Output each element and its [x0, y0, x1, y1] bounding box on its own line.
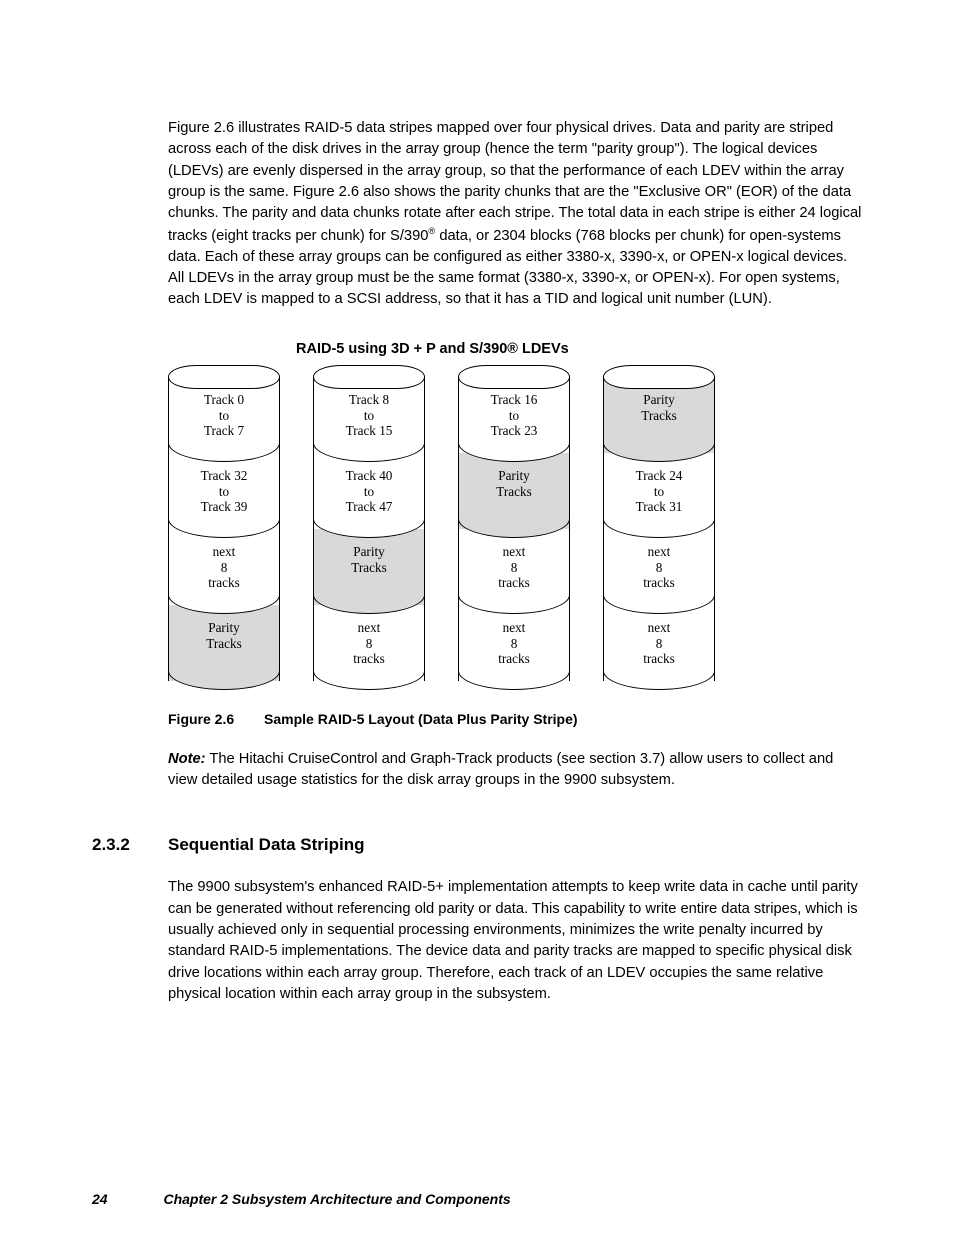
segment: ParityTracks — [313, 529, 425, 605]
line: 8 — [221, 560, 228, 575]
line: next — [648, 620, 671, 635]
drive-3: Track 16toTrack 23 ParityTracks next8tra… — [458, 365, 570, 681]
cylinder-top — [603, 365, 715, 389]
segment: Track 32toTrack 39 — [168, 453, 280, 529]
segment: next8tracks — [313, 605, 425, 681]
line: Parity — [643, 392, 675, 407]
line: Track 23 — [491, 423, 538, 438]
cylinder-top — [168, 365, 280, 389]
line: 8 — [656, 560, 663, 575]
line: 8 — [366, 636, 373, 651]
line: 8 — [656, 636, 663, 651]
line: 8 — [511, 636, 518, 651]
line: 8 — [511, 560, 518, 575]
line: next — [503, 620, 526, 635]
segment: next8tracks — [168, 529, 280, 605]
page-footer: 24 Chapter 2 Subsystem Architecture and … — [92, 1191, 511, 1207]
line: tracks — [643, 651, 675, 666]
line: tracks — [208, 575, 240, 590]
line: next — [358, 620, 381, 635]
line: Track 16 — [491, 392, 538, 407]
line: next — [648, 544, 671, 559]
line: to — [654, 484, 664, 499]
section-title: Sequential Data Striping — [168, 835, 364, 855]
segment: next8tracks — [458, 605, 570, 681]
line: Tracks — [351, 560, 386, 575]
line: Track 32 — [201, 468, 248, 483]
line: Track 0 — [204, 392, 244, 407]
line: to — [219, 408, 229, 423]
segment: next8tracks — [603, 605, 715, 681]
line: Track 47 — [346, 499, 393, 514]
line: Track 24 — [636, 468, 683, 483]
section-heading-2-3-2: 2.3.2 Sequential Data Striping — [92, 835, 862, 855]
body-paragraph-1: Figure 2.6 illustrates RAID-5 data strip… — [168, 118, 862, 311]
drive-2: Track 8toTrack 15 Track 40toTrack 47 Par… — [313, 365, 425, 681]
segment: ParityTracks — [458, 453, 570, 529]
line: to — [364, 484, 374, 499]
line: Parity — [208, 620, 240, 635]
note-paragraph: Note: The Hitachi CruiseControl and Grap… — [168, 749, 862, 792]
chapter-label: Chapter 2 Subsystem Architecture and Com… — [163, 1191, 510, 1207]
segment: ParityTracks — [168, 605, 280, 681]
drive-1: Track 0toTrack 7 Track 32toTrack 39 next… — [168, 365, 280, 681]
text: Figure 2.6 illustrates RAID-5 data strip… — [168, 120, 861, 243]
line: Track 7 — [204, 423, 244, 438]
line: tracks — [498, 651, 530, 666]
section-number: 2.3.2 — [92, 835, 168, 855]
figure-caption: Figure 2.6 Sample RAID-5 Layout (Data Pl… — [168, 711, 862, 727]
cylinder-top — [458, 365, 570, 389]
line: Track 8 — [349, 392, 389, 407]
note-text: The Hitachi CruiseControl and Graph-Trac… — [168, 751, 833, 788]
line: next — [213, 544, 236, 559]
page-number: 24 — [92, 1191, 108, 1207]
cylinder-top — [313, 365, 425, 389]
figure-number: Figure 2.6 — [168, 711, 234, 727]
line: tracks — [498, 575, 530, 590]
line: next — [503, 544, 526, 559]
segment: next8tracks — [458, 529, 570, 605]
figure-caption-text: Sample RAID-5 Layout (Data Plus Parity S… — [264, 711, 578, 727]
page-content: Figure 2.6 illustrates RAID-5 data strip… — [0, 0, 954, 1005]
line: Track 39 — [201, 499, 248, 514]
figure-title: RAID-5 using 3D + P and S/390® LDEVs — [296, 341, 862, 357]
figure-2-6: RAID-5 using 3D + P and S/390® LDEVs Tra… — [168, 341, 862, 681]
line: to — [364, 408, 374, 423]
line: tracks — [643, 575, 675, 590]
line: tracks — [353, 651, 385, 666]
segment: Track 24toTrack 31 — [603, 453, 715, 529]
note-label: Note: — [168, 751, 206, 767]
line: to — [219, 484, 229, 499]
line: Track 31 — [636, 499, 683, 514]
line: Track 40 — [346, 468, 393, 483]
line: Track 15 — [346, 423, 393, 438]
segment: next8tracks — [603, 529, 715, 605]
line: Tracks — [496, 484, 531, 499]
line: to — [509, 408, 519, 423]
raid5-diagram: Track 0toTrack 7 Track 32toTrack 39 next… — [168, 365, 862, 681]
line: Tracks — [641, 408, 676, 423]
line: Parity — [498, 468, 530, 483]
drive-4: ParityTracks Track 24toTrack 31 next8tra… — [603, 365, 715, 681]
segment: Track 40toTrack 47 — [313, 453, 425, 529]
line: Parity — [353, 544, 385, 559]
body-paragraph-2: The 9900 subsystem's enhanced RAID-5+ im… — [168, 877, 862, 1005]
line: Tracks — [206, 636, 241, 651]
